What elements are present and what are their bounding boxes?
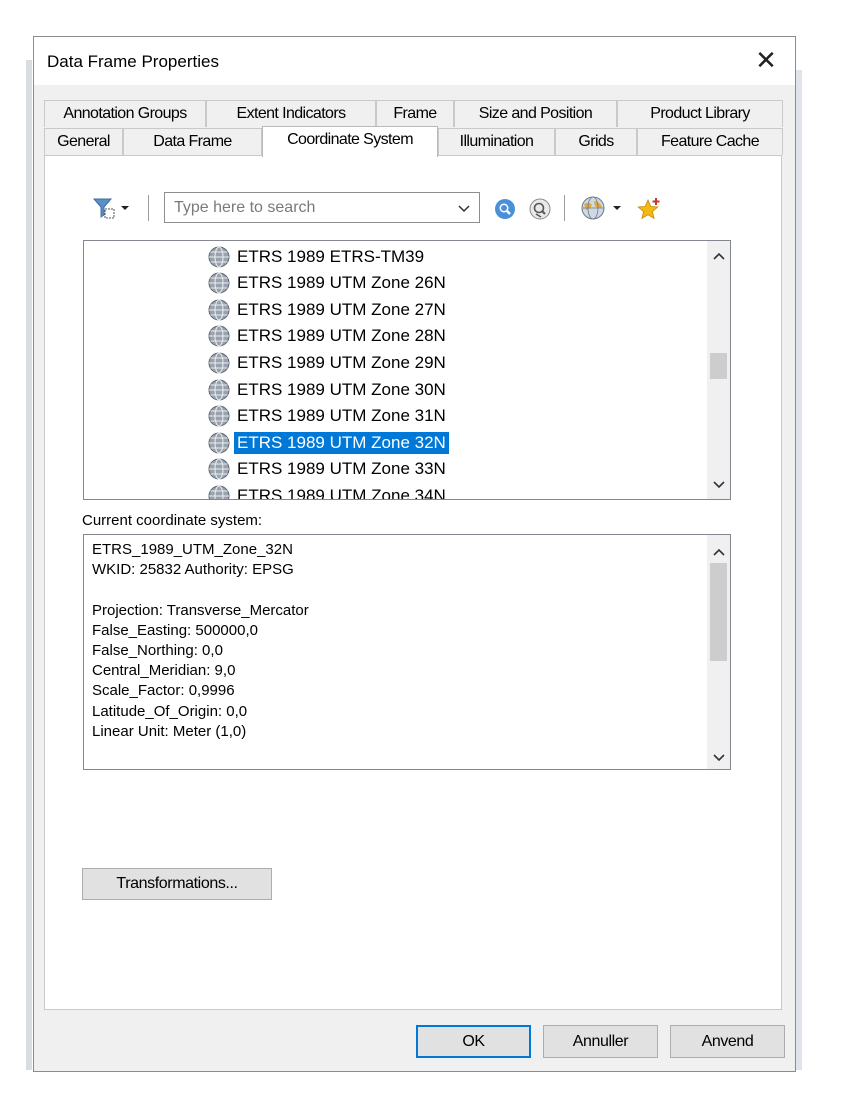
projection-globe-icon [208,405,230,427]
list-item-label: ETRS 1989 UTM Zone 27N [237,299,446,319]
detail-line: ETRS_1989_UTM_Zone_32N [92,541,293,558]
list-scroll-thumb[interactable] [710,353,727,379]
coordinate-system-list[interactable]: ETRS 1989 ETRS-TM39 ETRS 1989 UTM Zone 26… [83,240,731,500]
detail-line: Linear Unit: Meter (1,0) [92,722,247,740]
list-item[interactable]: ETRS 1989 UTM Zone 31N [208,404,449,429]
background-app-strip-right [796,70,802,1070]
globe-icon [581,196,605,220]
tab-frame[interactable]: Frame [376,100,454,127]
detail-line: WKID: 25832 Authority: EPSG [92,561,294,579]
detail-line: False_Easting: 500000,0 [92,621,258,639]
search-placeholder: Type here to search [174,199,316,216]
tab-feature-cache[interactable]: Feature Cache [637,128,783,155]
list-item[interactable]: ETRS 1989 UTM Zone 26N [208,271,449,296]
background-app-strip-left [26,60,32,1070]
detail-line: False_Northing: 0,0 [92,642,223,659]
projection-globe-icon [208,378,230,401]
list-item[interactable]: ETRS 1989 ETRS-TM39 [208,244,427,269]
list-item[interactable]: ETRS 1989 UTM Zone 33N [208,457,449,482]
projection-globe-icon [208,458,230,480]
list-item[interactable]: ETRS 1989 UTM Zone 27N [208,297,449,322]
tab-general[interactable]: General [44,128,123,155]
projection-globe-icon [208,352,230,374]
coordinate-system-panel: Type here to search ETRS 1989 ETRS-TM39 … [44,155,782,1010]
list-item[interactable]: ETRS 1989 UTM Zone 30N [208,377,449,402]
tab-grids[interactable]: Grids [555,128,637,155]
scroll-up-arrow-icon[interactable] [707,247,730,263]
details-scrollbar[interactable] [707,535,730,769]
detail-line: Projection: Transverse_Mercator [92,601,309,619]
magnifier-icon [495,199,515,219]
tab-coordinate-system[interactable]: Coordinate System [262,126,438,157]
clear-search-icon [529,198,551,220]
detail-line: Latitude_Of_Origin: 0,0 [92,702,248,720]
toolbar-separator [564,195,565,221]
title-bar: Data Frame Properties ✕ [34,37,795,85]
filter-icon [92,198,115,219]
chevron-down-icon [613,206,621,210]
list-item[interactable]: ETRS 1989 UTM Zone 32N [208,430,449,455]
filter-dropdown-button[interactable] [89,194,133,222]
cancel-button[interactable]: Annuller [543,1025,658,1058]
projection-globe-icon [208,272,230,294]
tab-extent-indicators[interactable]: Extent Indicators [206,100,376,127]
list-scrollbar[interactable] [707,241,730,499]
clear-search-button[interactable] [527,196,553,222]
tab-data-frame[interactable]: Data Frame [123,128,262,155]
tab-annotation-groups[interactable]: Annotation Groups [44,100,206,127]
chevron-down-icon[interactable] [457,203,471,215]
search-input[interactable]: Type here to search [164,192,480,223]
tab-illumination[interactable]: Illumination [438,128,555,155]
current-coordinate-system-label: Current coordinate system: [82,512,263,529]
list-item-label: ETRS 1989 UTM Zone 28N [237,326,446,346]
projection-globe-icon [208,432,230,454]
ok-button[interactable]: OK [416,1025,531,1058]
tab-row-1: Annotation Groups Extent Indicators Fram… [44,100,783,127]
list-item[interactable]: ETRS 1989 UTM Zone 34N [208,483,449,500]
transformations-button[interactable]: Transformations... [82,868,272,900]
data-frame-properties-dialog: Data Frame Properties ✕ Annotation Group… [33,36,796,1072]
scroll-up-arrow-icon[interactable] [707,543,730,559]
toolbar-separator [148,195,149,221]
apply-button[interactable]: Anvend [670,1025,785,1058]
projection-globe-icon [208,299,230,321]
close-button[interactable]: ✕ [751,45,781,75]
list-item[interactable]: ETRS 1989 UTM Zone 29N [208,350,449,375]
tab-product-library[interactable]: Product Library [617,100,783,127]
projection-globe-icon [208,245,230,268]
search-button[interactable] [492,196,518,222]
list-item-label: ETRS 1989 UTM Zone 26N [237,273,446,293]
add-favorite-button[interactable] [635,195,663,223]
projection-globe-icon [208,485,230,499]
list-item-label: ETRS 1989 UTM Zone 33N [237,459,446,479]
list-item-label: ETRS 1989 ETRS-TM39 [237,246,425,266]
add-favorite-icon [637,198,660,220]
detail-line: Scale_Factor: 0,9996 [92,682,235,700]
list-item-label: ETRS 1989 UTM Zone 32N [234,431,449,454]
projection-globe-icon [208,325,230,347]
tab-size-and-position[interactable]: Size and Position [454,100,617,127]
list-item-label: ETRS 1989 UTM Zone 30N [237,379,446,399]
dialog-title: Data Frame Properties [47,52,219,71]
list-item-label: ETRS 1989 UTM Zone 34N [237,485,446,500]
globe-dropdown-button[interactable] [575,194,627,222]
list-item-label: ETRS 1989 UTM Zone 31N [237,406,446,426]
tab-row-2: General Data Frame Coordinate System Ill… [44,126,783,157]
scroll-down-arrow-icon[interactable] [707,476,730,492]
detail-line: Central_Meridian: 9,0 [92,662,236,680]
scroll-down-arrow-icon[interactable] [707,749,730,765]
details-scroll-thumb[interactable] [710,563,727,661]
close-icon: ✕ [755,45,777,75]
list-item[interactable]: ETRS 1989 UTM Zone 28N [208,324,449,349]
current-coordinate-system-details[interactable]: ETRS_1989_UTM_Zone_32N WKID: 25832 Author… [83,534,731,770]
chevron-down-icon [121,206,129,210]
list-item-label: ETRS 1989 UTM Zone 29N [237,352,446,372]
